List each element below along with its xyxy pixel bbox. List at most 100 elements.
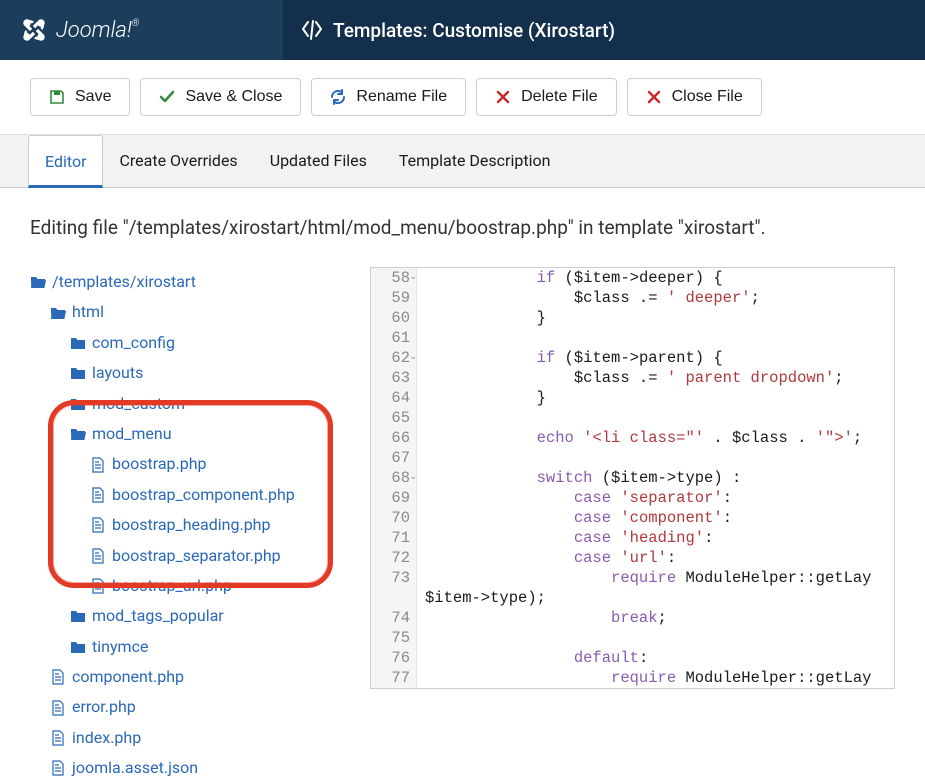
tree-file-index-php[interactable]: index.php [50,723,340,753]
code-line[interactable]: 61 [371,328,894,348]
tree-folder-mod-menu[interactable]: mod_menu [70,419,340,449]
save-button[interactable]: Save [30,78,130,116]
code-line[interactable]: 69 case 'separator': [371,488,894,508]
code-line[interactable]: 64 } [371,388,894,408]
tab-editor[interactable]: Editor [28,135,103,188]
code-content[interactable]: $item->type); [417,588,554,608]
joomla-icon [20,16,48,44]
tree-folder-com-config[interactable]: com_config [70,328,340,358]
code-content[interactable]: require ModuleHelper::getLay [417,668,880,688]
code-content[interactable]: case 'heading': [417,528,721,548]
code-line[interactable]: 66 echo '<li class="' . $class . '">'; [371,428,894,448]
tree-file-boostrap-component[interactable]: boostrap_component.php [90,480,340,510]
code-line[interactable]: 72 case 'url': [371,548,894,568]
tree-file-component-php[interactable]: component.php [50,662,340,692]
folder-icon [70,608,86,624]
close-label: Close File [672,88,743,106]
code-content[interactable] [417,408,433,428]
code-line[interactable]: 63 $class .= ' parent dropdown'; [371,368,894,388]
save-label: Save [75,88,111,106]
code-line[interactable]: 62⌄ if ($item->parent) { [371,348,894,368]
code-content[interactable]: } [417,388,554,408]
code-line[interactable]: 58⌄ if ($item->deeper) { [371,268,894,288]
tabs: Editor Create Overrides Updated Files Te… [0,135,925,188]
line-number [371,588,417,608]
code-content[interactable]: case 'component': [417,508,740,528]
fold-icon[interactable]: ⌄ [409,272,417,282]
tree-file-boostrap-heading[interactable]: boostrap_heading.php [90,510,340,540]
fold-icon[interactable]: ⌄ [409,472,417,482]
content-pane: Editing file "/templates/xirostart/html/… [0,188,925,784]
save-close-button[interactable]: Save & Close [140,78,301,116]
code-content[interactable]: $class .= ' deeper'; [417,288,768,308]
code-content[interactable]: echo '<li class="' . $class . '">'; [417,428,870,448]
fold-icon[interactable]: ⌄ [409,352,417,362]
tree-file-error-php[interactable]: error.php [50,692,340,722]
code-line[interactable]: 73 require ModuleHelper::getLay [371,568,894,588]
folder-icon [70,639,86,655]
tab-template-description[interactable]: Template Description [383,135,567,187]
code-content[interactable]: if ($item->deeper) { [417,268,731,288]
line-number: 60 [371,308,417,328]
code-content[interactable]: require ModuleHelper::getLay [417,568,880,588]
tree-root[interactable]: /templates/xirostart [30,267,340,297]
line-number: 65 [371,408,417,428]
code-content[interactable]: case 'separator': [417,488,740,508]
tree-file-boostrap-url[interactable]: boostrap_url.php [90,571,340,601]
tree-folder-html[interactable]: html [50,297,340,327]
tree-folder-tinymce[interactable]: tinymce [70,632,340,662]
code-content[interactable] [417,448,433,468]
tree-folder-mod-tags-popular[interactable]: mod_tags_popular [70,601,340,631]
code-content[interactable] [417,328,433,348]
file-icon [50,730,66,746]
line-number: 72 [371,548,417,568]
code-content[interactable]: $class .= ' parent dropdown'; [417,368,852,388]
code-line[interactable]: 67 [371,448,894,468]
tree-file-boostrap-separator[interactable]: boostrap_separator.php [90,541,340,571]
tab-updated-files[interactable]: Updated Files [254,135,383,187]
folder-icon [70,365,86,381]
code-content[interactable]: } [417,308,554,328]
code-line[interactable]: 65 [371,408,894,428]
check-icon [159,89,175,105]
code-line[interactable]: 70 case 'component': [371,508,894,528]
code-content[interactable]: break; [417,608,675,628]
code-line[interactable]: $item->type); [371,588,894,608]
code-content[interactable] [417,628,433,648]
line-number: 63 [371,368,417,388]
close-file-button[interactable]: Close File [627,78,762,116]
line-number: 66 [371,428,417,448]
line-number: 64 [371,388,417,408]
delete-file-button[interactable]: Delete File [476,78,616,116]
code-content[interactable]: default: [417,648,656,668]
code-line[interactable]: 68⌄ switch ($item->type) : [371,468,894,488]
code-content[interactable]: if ($item->parent) { [417,348,731,368]
line-number: 62⌄ [371,348,417,368]
line-number: 73 [371,568,417,588]
toolbar: Save Save & Close Rename File Delete Fil… [0,60,925,135]
code-line[interactable]: 77 require ModuleHelper::getLay [371,668,894,688]
code-editor[interactable]: 58⌄ if ($item->deeper) {59 $class .= ' d… [370,267,895,689]
tree-file-joomla-asset[interactable]: joomla.asset.json [50,753,340,783]
folder-icon [70,335,86,351]
line-number: 58⌄ [371,268,417,288]
file-icon [90,578,106,594]
code-line[interactable]: 60 } [371,308,894,328]
tree-file-boostrap[interactable]: boostrap.php [90,449,340,479]
tree-folder-layouts[interactable]: layouts [70,358,340,388]
code-content[interactable]: switch ($item->type) : [417,468,749,488]
tree-folder-mod-custom[interactable]: mod_custom [70,389,340,419]
rename-file-button[interactable]: Rename File [311,78,466,116]
code-line[interactable]: 76 default: [371,648,894,668]
line-number: 74 [371,608,417,628]
code-content[interactable]: case 'url': [417,548,684,568]
code-line[interactable]: 74 break; [371,608,894,628]
code-line[interactable]: 75 [371,628,894,648]
code-line[interactable]: 59 $class .= ' deeper'; [371,288,894,308]
line-number: 68⌄ [371,468,417,488]
code-line[interactable]: 71 case 'heading': [371,528,894,548]
brand-area[interactable]: Joomla!® [0,0,283,60]
refresh-icon [330,89,346,105]
file-icon [50,700,66,716]
tab-create-overrides[interactable]: Create Overrides [103,135,253,187]
